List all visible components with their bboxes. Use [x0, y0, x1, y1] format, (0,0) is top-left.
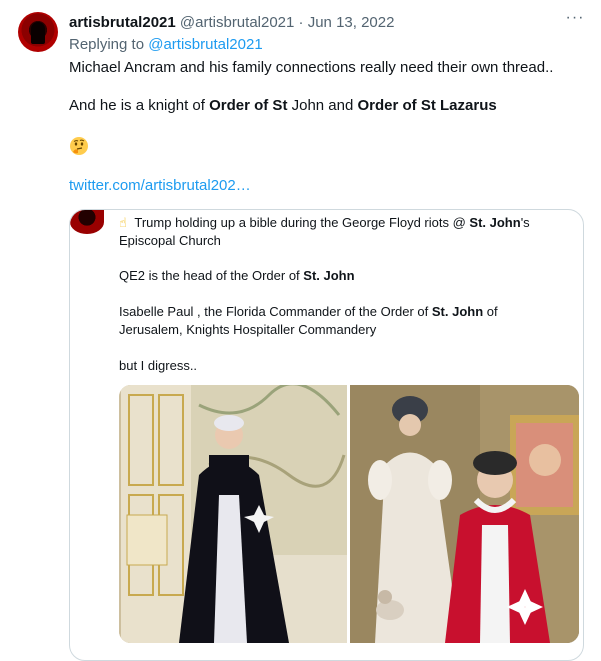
separator: ·	[298, 14, 304, 31]
author-handle[interactable]: @artisbrutal2021	[180, 14, 294, 31]
quote-line3: Isabelle Paul , the Florida Commander of…	[119, 304, 498, 319]
quote-line1: ☝ Trump holding up a bible during the Ge…	[119, 215, 530, 230]
replying-to: Replying to @artisbrutal2021	[69, 35, 263, 55]
photo-queen-portrait[interactable]	[119, 385, 347, 643]
pointing-up-emoji: ☝	[119, 215, 127, 230]
avatar[interactable]	[18, 12, 58, 52]
quote-line1b: Episcopal Church	[119, 233, 221, 248]
quoted-tweet-card[interactable]: ☝ Trump holding up a bible during the Ge…	[69, 209, 584, 661]
tweet-header: artisbrutal2021 @artisbrutal2021 · Jun 1…	[69, 13, 394, 33]
tweet-link[interactable]: twitter.com/artisbrutal202…	[69, 176, 251, 196]
more-options-icon[interactable]: ···	[563, 10, 587, 30]
tweet-text-line2: And he is a knight of Order of St John a…	[69, 97, 497, 114]
replying-handle-link[interactable]: @artisbrutal2021	[148, 36, 262, 53]
quoted-media[interactable]	[119, 385, 579, 643]
quote-line2: QE2 is the head of the Order of St. John	[119, 268, 355, 283]
tweet[interactable]: artisbrutal2021 @artisbrutal2021 · Jun 1…	[0, 0, 601, 661]
tweet-date[interactable]: Jun 13, 2022	[308, 14, 395, 31]
tweet-text-line1: Michael Ancram and his family connection…	[69, 59, 554, 76]
quote-line3b: Jerusalem, Knights Hospitaller Commander…	[119, 322, 377, 337]
quoted-avatar	[70, 210, 104, 234]
photo-isabelle-paul[interactable]	[350, 385, 579, 643]
quote-line4: but I digress..	[119, 358, 198, 373]
author-name[interactable]: artisbrutal2021	[69, 14, 176, 31]
replying-prefix: Replying to	[69, 36, 149, 53]
thinking-face-emoji	[69, 136, 89, 156]
